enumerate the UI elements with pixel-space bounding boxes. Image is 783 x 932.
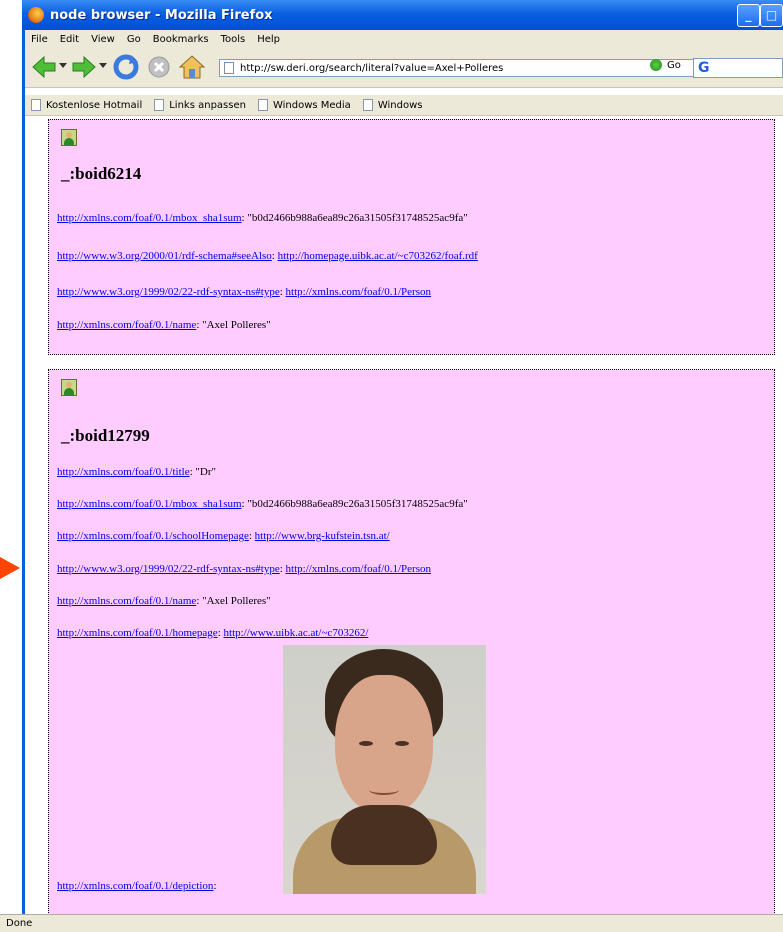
page-icon (154, 99, 165, 111)
maximize-button[interactable]: □ (760, 4, 783, 27)
menu-edit[interactable]: Edit (54, 34, 85, 45)
bookmark-item[interactable]: Windows (362, 99, 422, 111)
page-icon (257, 99, 268, 111)
page-icon (224, 62, 234, 74)
menu-bar: File Edit View Go Bookmarks Tools Help (25, 30, 783, 49)
value-link[interactable]: http://xmlns.com/foaf/0.1/Person (286, 286, 431, 298)
property-value: "Axel Polleres" (202, 319, 271, 331)
value-link[interactable]: http://www.brg-kufstein.tsn.at/ (255, 530, 390, 542)
property-link[interactable]: http://www.w3.org/1999/02/22-rdf-syntax-… (57, 563, 280, 575)
menu-go[interactable]: Go (121, 34, 147, 45)
property-value: "b0d2466b988a6ea89c26a31505f31748525ac9f… (247, 498, 468, 510)
property-link[interactable]: http://xmlns.com/foaf/0.1/homepage (57, 627, 218, 639)
home-button[interactable] (179, 54, 205, 80)
property-row: http://www.w3.org/2000/01/rdf-schema#see… (57, 250, 478, 262)
stop-icon (148, 56, 170, 78)
reload-button[interactable] (113, 54, 139, 80)
stop-button[interactable] (147, 55, 171, 79)
dropdown-arrow-icon (59, 63, 67, 68)
forward-dropdown-button[interactable] (99, 63, 107, 69)
property-row: http://www.w3.org/1999/02/22-rdf-syntax-… (57, 563, 431, 575)
firefox-logo-icon (28, 7, 44, 23)
property-link[interactable]: http://www.w3.org/1999/02/22-rdf-syntax-… (57, 286, 280, 298)
bookmark-item[interactable]: Windows Media (257, 99, 351, 111)
page-icon (31, 99, 41, 111)
dropdown-arrow-icon (99, 63, 107, 68)
navigation-toolbar: http://sw.deri.org/search/literal?value=… (25, 49, 783, 88)
window-title: node browser - Mozilla Firefox (50, 7, 273, 23)
property-row: http://xmlns.com/foaf/0.1/name: "Axel Po… (57, 595, 271, 607)
back-arrow-icon (32, 55, 56, 79)
node-box: _:boid6214 http://xmlns.com/foaf/0.1/mbo… (48, 119, 775, 355)
property-row: http://www.w3.org/1999/02/22-rdf-syntax-… (57, 286, 431, 298)
menu-tools[interactable]: Tools (215, 34, 252, 45)
address-url[interactable]: http://sw.deri.org/search/literal?value=… (240, 60, 503, 78)
property-link[interactable]: http://xmlns.com/foaf/0.1/mbox_sha1sum (57, 212, 242, 224)
reload-icon (113, 54, 139, 80)
property-row: http://xmlns.com/foaf/0.1/schoolHomepage… (57, 530, 390, 542)
home-icon (179, 55, 205, 79)
status-bar: Done (0, 914, 783, 932)
forward-button[interactable] (71, 55, 97, 79)
search-box[interactable]: G (693, 58, 783, 78)
status-text: Done (6, 918, 33, 929)
page-content: _:boid6214 http://xmlns.com/foaf/0.1/mbo… (25, 116, 783, 914)
page-icon (362, 99, 373, 111)
property-row: http://xmlns.com/foaf/0.1/title: "Dr" (57, 466, 217, 478)
property-link[interactable]: http://xmlns.com/foaf/0.1/name (57, 319, 196, 331)
menu-help[interactable]: Help (251, 34, 286, 45)
property-row: http://xmlns.com/foaf/0.1/mbox_sha1sum: … (57, 498, 468, 510)
minimize-button[interactable]: _ (737, 4, 760, 27)
node-box: _:boid12799 http://xmlns.com/foaf/0.1/ti… (48, 369, 775, 914)
property-link[interactable]: http://www.w3.org/2000/01/rdf-schema#see… (57, 250, 272, 262)
property-link[interactable]: http://xmlns.com/foaf/0.1/mbox_sha1sum (57, 498, 242, 510)
go-button[interactable]: Go (650, 59, 681, 71)
depiction-photo[interactable] (283, 645, 486, 894)
node-title: _:boid6214 (61, 164, 142, 183)
forward-arrow-icon (72, 55, 96, 79)
property-link[interactable]: http://xmlns.com/foaf/0.1/title (57, 466, 190, 478)
property-value: "Axel Polleres" (202, 595, 271, 607)
property-value: "Dr" (195, 466, 217, 478)
back-dropdown-button[interactable] (59, 63, 67, 69)
menu-view[interactable]: View (85, 34, 121, 45)
value-link[interactable]: http://xmlns.com/foaf/0.1/Person (286, 563, 431, 575)
menu-file[interactable]: File (25, 34, 54, 45)
property-row: http://xmlns.com/foaf/0.1/depiction: (57, 880, 217, 892)
bookmark-item[interactable]: Links anpassen (154, 99, 246, 111)
person-icon (61, 129, 77, 146)
bookmark-item[interactable]: Kostenlose Hotmail (31, 99, 142, 111)
property-row: http://xmlns.com/foaf/0.1/mbox_sha1sum: … (57, 212, 468, 224)
menu-bookmarks[interactable]: Bookmarks (147, 34, 215, 45)
property-link[interactable]: http://xmlns.com/foaf/0.1/name (57, 595, 196, 607)
property-row: http://xmlns.com/foaf/0.1/homepage: http… (57, 627, 369, 639)
value-link[interactable]: http://homepage.uibk.ac.at/~c703262/foaf… (278, 250, 478, 262)
go-icon (650, 59, 662, 71)
property-value: "b0d2466b988a6ea89c26a31505f31748525ac9f… (247, 212, 468, 224)
property-row: http://xmlns.com/foaf/0.1/name: "Axel Po… (57, 319, 271, 331)
back-button[interactable] (31, 55, 57, 79)
bookmarks-toolbar: Kostenlose Hotmail Links anpassen Window… (25, 95, 783, 116)
window-titlebar: node browser - Mozilla Firefox _ □ (22, 0, 783, 30)
go-label: Go (667, 59, 681, 71)
pointer-arrow-icon (0, 557, 20, 579)
google-icon: G (698, 60, 710, 76)
person-icon (61, 379, 77, 396)
property-link[interactable]: http://xmlns.com/foaf/0.1/depiction (57, 880, 213, 892)
value-link[interactable]: http://www.uibk.ac.at/~c703262/ (224, 627, 369, 639)
node-title: _:boid12799 (61, 426, 150, 445)
property-link[interactable]: http://xmlns.com/foaf/0.1/schoolHomepage (57, 530, 249, 542)
